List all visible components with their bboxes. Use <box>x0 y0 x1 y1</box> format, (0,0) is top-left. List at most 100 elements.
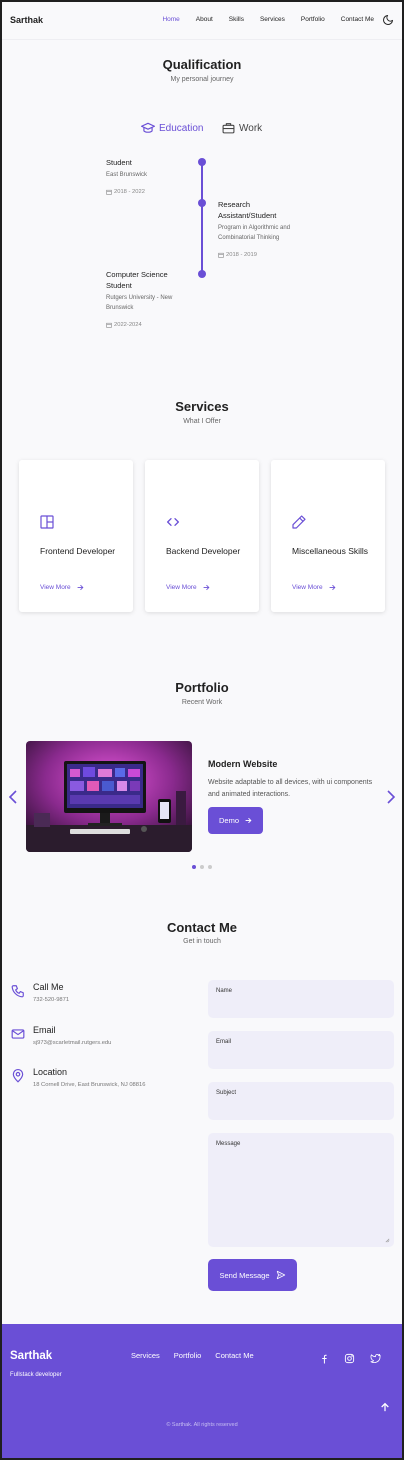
qualification-item-date: 2018 - 2019 <box>218 252 306 258</box>
view-more-label: View More <box>292 584 323 591</box>
arrow-right-icon <box>245 817 252 824</box>
nav-services[interactable]: Services <box>260 16 285 23</box>
portfolio-subtitle: Recent Work <box>181 699 223 706</box>
qualification-item-date: 2022-2024 <box>106 322 188 328</box>
carousel-dot[interactable] <box>200 865 204 869</box>
layout-icon <box>40 515 54 529</box>
chevron-left-icon[interactable] <box>8 790 18 804</box>
timeline-dot <box>198 270 206 278</box>
service-card: Frontend Developer View More <box>19 460 133 612</box>
footer-role: Fullstack developer <box>10 1372 62 1378</box>
footer-link-portfolio[interactable]: Portfolio <box>174 1351 202 1360</box>
services-title: Services <box>175 399 229 414</box>
view-more-link[interactable]: View More <box>40 584 84 591</box>
service-card: Backend Developer View More <box>145 460 259 612</box>
message-field-label: Message <box>216 1141 241 1147</box>
facebook-icon[interactable] <box>318 1353 329 1364</box>
portfolio-title: Portfolio <box>175 680 229 695</box>
contact-info-title: Email <box>33 1025 56 1035</box>
qualification-item-date-text: 2018 - 2019 <box>226 252 257 258</box>
resize-handle-icon[interactable] <box>385 1238 390 1243</box>
project-image <box>26 741 192 852</box>
pencil-icon <box>292 515 306 529</box>
name-field-label: Name <box>216 988 233 994</box>
qualification-item-subtitle: Program in Algorithmic and Combinatorial… <box>218 225 291 241</box>
send-message-button[interactable]: Send Message <box>208 1259 297 1291</box>
header: Sarthak Home About Skills Services Portf… <box>2 2 402 40</box>
qualification-subtitle: My personal journey <box>170 76 234 83</box>
contact-info-value: sj973@scarletmail.rutgers.edu <box>33 1040 112 1046</box>
qualification-item-title: Computer Science Student <box>106 270 168 290</box>
carousel-pagination <box>192 865 216 869</box>
tab-work[interactable]: Work <box>222 122 262 134</box>
qualification-item: Student East Brunswick 2018 - 2022 <box>106 157 201 195</box>
graduation-cap-icon <box>141 122 155 133</box>
nav-portfolio[interactable]: Portfolio <box>301 16 325 23</box>
demo-button[interactable]: Demo <box>208 807 263 834</box>
phone-icon <box>11 985 24 998</box>
contact-info-title: Location <box>33 1067 68 1077</box>
view-more-link[interactable]: View More <box>292 584 336 591</box>
send-message-label: Send Message <box>219 1270 270 1280</box>
qualification-title: Qualification <box>162 57 242 72</box>
service-card-title: Miscellaneous Skills <box>292 546 369 556</box>
email-field[interactable]: Email <box>208 1031 394 1069</box>
moon-icon[interactable] <box>382 14 394 26</box>
copyright: © Sarthak. All rights reserved <box>166 1422 238 1428</box>
brand-logo[interactable]: Sarthak <box>10 15 43 25</box>
view-more-link[interactable]: View More <box>166 584 210 591</box>
footer-link-contact[interactable]: Contact Me <box>215 1351 253 1360</box>
nav-about[interactable]: About <box>196 16 213 23</box>
view-more-label: View More <box>166 584 197 591</box>
nav-home[interactable]: Home <box>162 16 179 23</box>
qualification-item-title: Research Assistant/Student <box>218 200 277 220</box>
tab-work-label: Work <box>239 122 263 134</box>
email-field-label: Email <box>216 1039 232 1045</box>
qualification-item-date: 2018 - 2022 <box>106 189 201 195</box>
view-more-label: View More <box>40 584 71 591</box>
nav-contact[interactable]: Contact Me <box>341 16 374 23</box>
carousel-dot[interactable] <box>208 865 212 869</box>
name-field[interactable]: Name <box>208 980 394 1018</box>
contact-info-title: Call Me <box>33 982 64 992</box>
subject-field-label: Subject <box>216 1090 237 1096</box>
contact-info-value: 18 Cornell Drive, East Brunswick, NJ 088… <box>33 1082 146 1088</box>
footer-brand[interactable]: Sarthak <box>10 1350 52 1362</box>
chevron-right-icon[interactable] <box>386 790 396 804</box>
project-description: Website adaptable to all devices, with u… <box>208 779 373 798</box>
project-title: Modern Website <box>208 759 278 769</box>
calendar-icon <box>106 189 112 195</box>
qualification-item-subtitle: Rutgers University - New Brunswick <box>106 295 173 311</box>
page: Sarthak Home About Skills Services Portf… <box>2 2 402 1458</box>
timeline-dot <box>198 199 206 207</box>
carousel-dot[interactable] <box>192 865 196 869</box>
footer: Sarthak Fullstack developer Services Por… <box>2 1324 402 1458</box>
footer-link-services[interactable]: Services <box>131 1351 160 1360</box>
arrow-up-icon[interactable] <box>380 1402 390 1412</box>
nav-skills[interactable]: Skills <box>229 16 244 23</box>
service-card-title: Frontend Developer <box>40 546 116 556</box>
calendar-icon <box>106 322 112 328</box>
qualification-item-date-text: 2018 - 2022 <box>114 189 145 195</box>
calendar-icon <box>218 252 224 258</box>
message-field[interactable]: Message <box>208 1133 394 1247</box>
demo-button-label: Demo <box>218 816 239 825</box>
arrow-right-icon <box>329 584 336 591</box>
contact-subtitle: Get in touch <box>183 938 221 945</box>
qualification-tabs: Education Work <box>2 122 402 138</box>
arrow-right-icon <box>203 584 210 591</box>
twitter-icon[interactable] <box>370 1353 381 1364</box>
arrow-right-icon <box>77 584 84 591</box>
tab-education-label: Education <box>159 122 204 134</box>
contact-title: Contact Me <box>166 920 238 935</box>
contact-info-value: 732-520-9871 <box>33 997 70 1003</box>
send-icon <box>276 1270 285 1280</box>
subject-field[interactable]: Subject <box>208 1082 394 1120</box>
services-subtitle: What I Offer <box>183 418 221 425</box>
mail-icon <box>11 1029 25 1039</box>
qualification-item: Computer Science Student Rutgers Univers… <box>106 269 188 328</box>
instagram-icon[interactable] <box>344 1353 355 1364</box>
tab-education[interactable]: Education <box>141 122 203 134</box>
main-nav: Home About Skills Services Portfolio Con… <box>146 16 374 23</box>
qualification-item-subtitle: East Brunswick <box>106 172 148 178</box>
